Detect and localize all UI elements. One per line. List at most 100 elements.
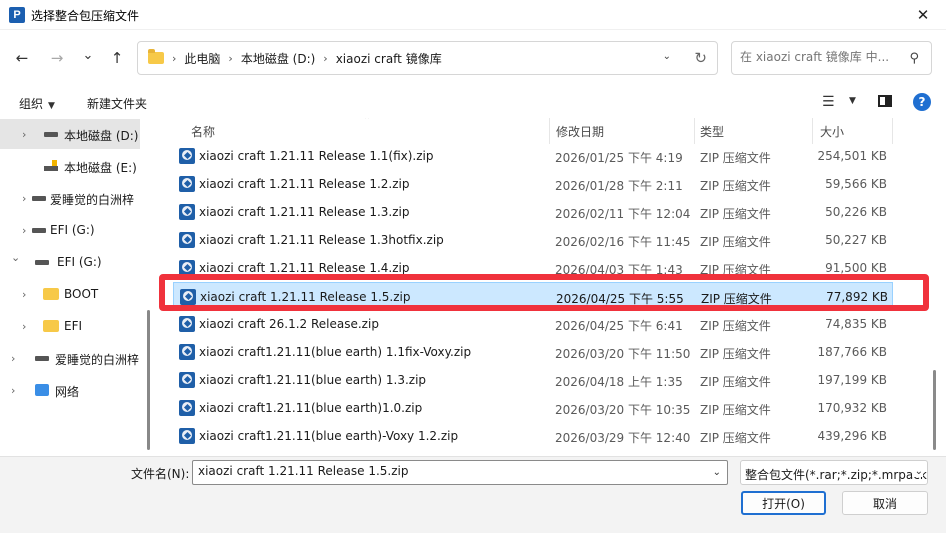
search-input[interactable] <box>740 50 900 64</box>
file-name: xiaozi craft 26.1.2 Release.zip <box>199 317 379 331</box>
refresh-icon[interactable]: ↻ <box>694 49 707 67</box>
file-type-filter[interactable]: 整合包文件(*.rar;*.zip;*.mrpack) ⌄ <box>740 460 928 485</box>
file-size: 74,835 KB <box>825 317 887 331</box>
file-type: ZIP 压缩文件 <box>700 263 771 277</box>
column-header-name[interactable]: 名称 <box>191 118 215 144</box>
column-header-type[interactable]: 类型 <box>700 118 724 144</box>
column-divider[interactable] <box>694 118 695 144</box>
zip-file-icon <box>179 148 195 164</box>
filename-input[interactable] <box>198 464 698 478</box>
preview-pane-icon[interactable] <box>878 95 892 107</box>
file-row[interactable]: xiaozi craft1.21.11(blue earth)-Voxy 1.2… <box>173 422 893 450</box>
chevron-right-icon[interactable]: › <box>11 384 15 397</box>
app-icon: P <box>9 7 25 23</box>
help-icon[interactable]: ? <box>913 93 931 111</box>
file-row-selected[interactable]: xiaozi craft 1.21.11 Release 1.5.zip 202… <box>173 282 893 310</box>
close-button[interactable]: ✕ <box>900 0 946 30</box>
chevron-right-icon[interactable]: › <box>11 352 15 365</box>
file-row[interactable]: xiaozi craft 1.21.11 Release 1.2.zip 202… <box>173 170 893 198</box>
chevron-right-icon[interactable]: › <box>22 288 26 301</box>
file-list-scrollbar[interactable] <box>933 370 936 450</box>
chevron-down-icon[interactable]: ⌄ <box>713 467 721 478</box>
folder-icon <box>148 49 164 64</box>
chevron-right-icon[interactable]: › <box>22 192 26 205</box>
file-type: ZIP 压缩文件 <box>700 235 771 249</box>
chevron-right-icon[interactable]: › <box>22 320 26 333</box>
chevron-right-icon[interactable]: › <box>22 128 26 141</box>
file-type: ZIP 压缩文件 <box>700 319 771 333</box>
dialog-footer: 文件名(N): ⌄ 整合包文件(*.rar;*.zip;*.mrpack) ⌄ … <box>0 456 946 533</box>
organize-label: 组织 <box>19 97 44 111</box>
file-size: 439,296 KB <box>817 429 887 443</box>
file-row[interactable]: xiaozi craft 1.21.11 Release 1.3hotfix.z… <box>173 226 893 254</box>
caret-down-icon[interactable]: ▼ <box>849 96 856 106</box>
chevron-right-icon[interactable]: › <box>22 224 26 237</box>
cancel-button[interactable]: 取消 <box>842 491 928 515</box>
file-row[interactable]: xiaozi craft 1.21.11 Release 1.1(fix).zi… <box>173 142 893 170</box>
command-bar: 组织 ▼ 新建文件夹 ☰ ▼ ? <box>0 88 946 116</box>
file-type: ZIP 压缩文件 <box>700 347 771 361</box>
column-header-size[interactable]: 大小 <box>820 118 844 144</box>
file-row[interactable]: xiaozi craft1.21.11(blue earth) 1.3.zip … <box>173 366 893 394</box>
nav-item-drive-e[interactable]: 本地磁盘 (E:) <box>0 151 140 181</box>
breadcrumb-separator: › <box>323 51 328 65</box>
file-size: 59,566 KB <box>825 177 887 191</box>
breadcrumb-this-pc[interactable]: 此电脑 <box>184 50 220 67</box>
drive-icon <box>32 228 46 233</box>
file-date: 2026/03/29 下午 12:40 <box>555 431 691 445</box>
nav-item-drive-d[interactable]: › 本地磁盘 (D:) <box>0 119 140 149</box>
column-header-date[interactable]: 修改日期 <box>556 118 604 144</box>
address-dropdown-icon[interactable]: ⌄ <box>663 51 671 62</box>
file-date: 2026/03/20 下午 11:50 <box>555 347 691 361</box>
nav-item-network[interactable]: › 网络 <box>0 375 140 405</box>
back-icon[interactable]: ← <box>10 46 34 70</box>
file-type: ZIP 压缩文件 <box>700 151 771 165</box>
file-date: 2026/04/03 下午 1:43 <box>555 263 683 277</box>
file-name: xiaozi craft 1.21.11 Release 1.4.zip <box>199 261 410 275</box>
organize-button[interactable]: 组织 ▼ <box>19 95 55 112</box>
column-divider[interactable] <box>812 118 813 144</box>
column-divider[interactable] <box>549 118 550 144</box>
nav-item-network-drive-2[interactable]: › 爱睡觉的白洲梓 <box>0 343 140 373</box>
view-options-icon[interactable]: ☰ <box>822 94 835 110</box>
file-row[interactable]: xiaozi craft1.21.11(blue earth) 1.1fix-V… <box>173 338 893 366</box>
drive-icon <box>32 196 46 201</box>
file-size: 187,766 KB <box>817 345 887 359</box>
nav-item-efi-g-expanded[interactable]: ⌄ EFI (G:) <box>0 247 140 277</box>
up-icon[interactable]: ↑ <box>105 46 129 70</box>
zip-file-icon <box>179 400 195 416</box>
zip-file-icon <box>179 372 195 388</box>
file-date: 2026/04/18 上午 1:35 <box>555 375 683 389</box>
nav-item-label: 爱睡觉的白洲梓 <box>55 353 140 367</box>
chevron-down-icon[interactable]: ⌄ <box>911 466 923 477</box>
search-icon[interactable]: ⚲ <box>909 51 919 66</box>
file-row[interactable]: xiaozi craft 26.1.2 Release.zip 2026/04/… <box>173 310 893 338</box>
navigation-pane: › 本地磁盘 (D:) 本地磁盘 (E:) › 爱睡觉的白洲梓 › EFI (G… <box>0 118 143 454</box>
nav-item-efi-folder[interactable]: › EFI <box>0 311 140 341</box>
address-bar[interactable]: › 此电脑 › 本地磁盘 (D:) › xiaozi craft 镜像库 ⌄ ↻ <box>137 41 718 75</box>
nav-item-efi-g[interactable]: › EFI (G:) <box>0 215 140 245</box>
search-box[interactable]: ⚲ <box>731 41 932 75</box>
file-row[interactable]: xiaozi craft 1.21.11 Release 1.4.zip 202… <box>173 254 893 282</box>
file-date: 2026/04/25 下午 6:41 <box>555 319 683 333</box>
file-type-filter-value: 整合包文件(*.rar;*.zip;*.mrpack) <box>745 468 928 482</box>
nav-item-boot-folder[interactable]: › BOOT <box>0 279 140 309</box>
chevron-down-icon[interactable]: ⌄ <box>11 251 20 264</box>
nav-item-label: BOOT <box>64 287 99 301</box>
open-button[interactable]: 打开(O) <box>741 491 826 515</box>
file-size: 50,227 KB <box>825 233 887 247</box>
new-folder-button[interactable]: 新建文件夹 <box>87 95 147 112</box>
file-row[interactable]: xiaozi craft1.21.11(blue earth)1.0.zip 2… <box>173 394 893 422</box>
column-divider[interactable] <box>892 118 893 144</box>
file-name: xiaozi craft 1.21.11 Release 1.5.zip <box>200 290 411 304</box>
forward-icon[interactable]: → <box>45 46 69 70</box>
file-name: xiaozi craft1.21.11(blue earth)-Voxy 1.2… <box>199 429 459 443</box>
file-row[interactable]: xiaozi craft 1.21.11 Release 1.3.zip 202… <box>173 198 893 226</box>
breadcrumb-current-folder[interactable]: xiaozi craft 镜像库 <box>336 50 442 67</box>
zip-file-icon <box>179 428 195 444</box>
breadcrumb-drive-d[interactable]: 本地磁盘 (D:) <box>241 50 315 67</box>
nav-item-network-drive[interactable]: › 爱睡觉的白洲梓 <box>0 183 140 213</box>
recent-locations-icon[interactable]: ⌄ <box>76 43 100 67</box>
filename-combobox[interactable]: ⌄ <box>192 460 728 485</box>
nav-pane-scrollbar[interactable] <box>147 310 150 450</box>
